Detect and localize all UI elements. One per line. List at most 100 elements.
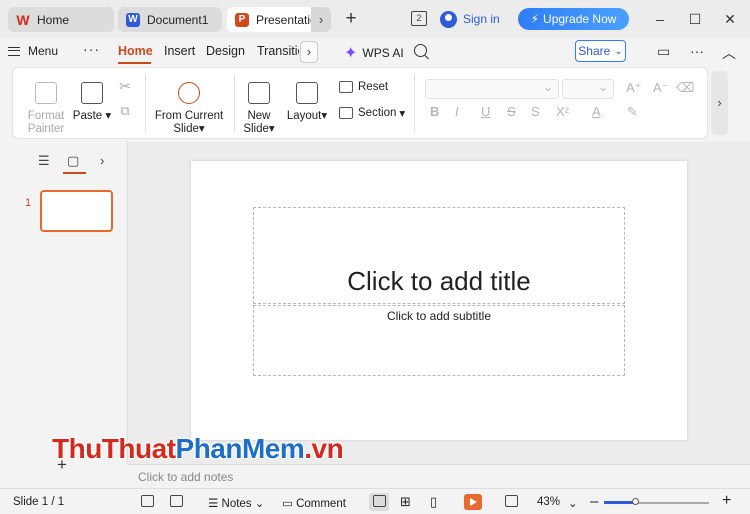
- strikethrough-icon[interactable]: S: [507, 104, 516, 119]
- zoom-slider-handle[interactable]: [632, 498, 639, 505]
- tab-home-ribbon[interactable]: Home: [118, 44, 153, 58]
- decrease-font-icon[interactable]: A⁻: [653, 80, 669, 96]
- watermark-part-3: .vn: [304, 433, 344, 464]
- watermark-part-1: ThuThuat: [52, 433, 176, 464]
- new-slide-label-1: New: [247, 110, 271, 122]
- reading-view-icon[interactable]: ▯: [430, 494, 437, 510]
- shadow-icon[interactable]: S: [531, 104, 540, 119]
- increase-font-icon[interactable]: A⁺: [626, 80, 642, 96]
- menu-button[interactable]: Menu: [8, 42, 58, 60]
- title-bar: W Home W Document1 P Presentation1 › + 2…: [0, 0, 750, 38]
- format-painter-button[interactable]: Format Painter: [24, 82, 68, 136]
- notes-toggle-label: Notes: [221, 498, 252, 510]
- new-slide-button[interactable]: New Slide▾: [240, 82, 278, 136]
- title-placeholder-text: Click to add title: [347, 266, 531, 296]
- font-color-icon[interactable]: A: [592, 104, 601, 119]
- chevron-down-icon: ⌄: [251, 498, 265, 510]
- reset-icon: [339, 81, 353, 93]
- from-current-slide-button[interactable]: From Current Slide▾: [154, 82, 224, 136]
- more-tabs-chevron-icon[interactable]: ›: [300, 41, 318, 63]
- minimize-icon[interactable]: –: [650, 10, 670, 28]
- fit-slide-icon[interactable]: [141, 495, 154, 507]
- wps-ai-label: WPS AI: [362, 46, 404, 60]
- zoom-dropdown-chevron-icon[interactable]: ⌄: [568, 496, 578, 510]
- presentation-icon: P: [235, 12, 249, 27]
- watermark-logo: ThuThuatPhanMem.vn: [52, 433, 344, 465]
- more-icon[interactable]: ···: [690, 43, 704, 59]
- layout-label: Layout: [286, 110, 322, 122]
- underline-icon[interactable]: U: [481, 104, 490, 119]
- lightning-icon: ⚡: [530, 12, 540, 26]
- normal-view-icon[interactable]: [373, 495, 386, 507]
- tab-transitions[interactable]: Transitions: [257, 44, 299, 58]
- close-icon[interactable]: ✕: [720, 10, 740, 28]
- subtitle-placeholder[interactable]: Click to add subtitle: [253, 305, 625, 376]
- chevron-down-icon: ▾: [102, 110, 112, 122]
- layout-icon: [296, 82, 318, 104]
- sign-in-button[interactable]: Sign in: [440, 9, 500, 29]
- ai-sparkle-icon: ✦: [344, 45, 358, 62]
- tab-presentation1[interactable]: P Presentation1 ›: [227, 7, 331, 32]
- comment-panel-icon[interactable]: ▭: [657, 43, 670, 60]
- ribbon-scroll-right-icon[interactable]: ›: [711, 71, 728, 135]
- chevron-down-icon: ▾: [321, 110, 328, 122]
- tab-presentation1-label: Presentation1: [256, 12, 314, 27]
- reset-button[interactable]: Reset: [339, 81, 388, 93]
- collapse-ribbon-icon[interactable]: ︿: [722, 43, 736, 63]
- from-current-label-1: From Current: [154, 110, 224, 122]
- tab-design[interactable]: Design: [206, 44, 245, 58]
- section-icon: [339, 107, 353, 119]
- notes-icon: ☰: [208, 498, 222, 510]
- menu-label: Menu: [28, 44, 59, 58]
- brush-icon: [35, 82, 57, 104]
- zoom-out-icon[interactable]: –: [590, 493, 598, 510]
- notes-toggle-button[interactable]: ☰ Notes ⌄: [208, 496, 264, 510]
- pane-expand-chevron-icon[interactable]: ›: [100, 153, 104, 168]
- bold-icon[interactable]: B: [430, 104, 439, 119]
- paste-button[interactable]: Paste ▾: [72, 82, 112, 123]
- italic-icon[interactable]: I: [455, 104, 459, 119]
- tab-home[interactable]: W Home: [8, 7, 114, 32]
- cut-icon[interactable]: ✂: [116, 79, 134, 93]
- clear-format-icon[interactable]: ⌫: [676, 80, 694, 96]
- font-size-select[interactable]: [562, 79, 614, 99]
- wps-ai-button[interactable]: ✦ WPS AI: [344, 43, 404, 63]
- tab-document1[interactable]: W Document1: [118, 7, 222, 32]
- more-options-icon[interactable]: ···: [83, 41, 100, 57]
- tab-scroll-chevron-icon[interactable]: ›: [311, 7, 331, 32]
- format-painter-label-2: Painter: [27, 123, 65, 135]
- play-circle-icon: [178, 82, 200, 104]
- subtitle-placeholder-text: Click to add subtitle: [386, 309, 492, 323]
- copy-icon[interactable]: ⧉: [116, 104, 134, 117]
- slide-thumbnail[interactable]: [40, 190, 113, 232]
- superscript-icon[interactable]: X²: [556, 104, 569, 119]
- highlight-icon[interactable]: ✎: [627, 104, 638, 120]
- ribbon-panel: [12, 67, 708, 139]
- new-tab-button[interactable]: +: [342, 8, 360, 30]
- slides-view-icon[interactable]: ▢: [67, 153, 79, 169]
- section-button[interactable]: Section ▾: [339, 106, 405, 120]
- from-current-label-2: Slide: [173, 123, 199, 135]
- fit-window-icon[interactable]: [505, 495, 518, 507]
- zoom-in-icon[interactable]: +: [722, 492, 731, 510]
- comment-button[interactable]: ▭ Comment: [282, 496, 346, 510]
- slideshow-play-icon[interactable]: [464, 494, 482, 510]
- title-placeholder[interactable]: Click to add title: [253, 207, 625, 304]
- notes-pane[interactable]: Click to add notes: [128, 464, 750, 488]
- tab-insert[interactable]: Insert: [164, 44, 195, 58]
- outline-view-icon[interactable]: ☰: [38, 153, 50, 169]
- maximize-icon[interactable]: ☐: [685, 10, 705, 28]
- share-button[interactable]: Share ⌄: [575, 40, 626, 62]
- zoom-value[interactable]: 43%: [537, 496, 560, 508]
- slide-thumbnail-number: 1: [25, 197, 32, 209]
- upgrade-button[interactable]: ⚡ Upgrade Now: [518, 8, 629, 30]
- active-view-indicator: [63, 172, 86, 174]
- search-icon[interactable]: [414, 44, 427, 57]
- share-label: Share: [578, 44, 611, 58]
- slide-sorter-icon[interactable]: ⊞: [400, 494, 411, 510]
- layout-button[interactable]: Layout▾: [284, 82, 330, 123]
- watermark-part-2: PhanMem: [175, 433, 305, 464]
- font-family-select[interactable]: [425, 79, 559, 99]
- exit-icon[interactable]: [170, 495, 183, 507]
- sync-badge-icon[interactable]: 2: [411, 11, 427, 26]
